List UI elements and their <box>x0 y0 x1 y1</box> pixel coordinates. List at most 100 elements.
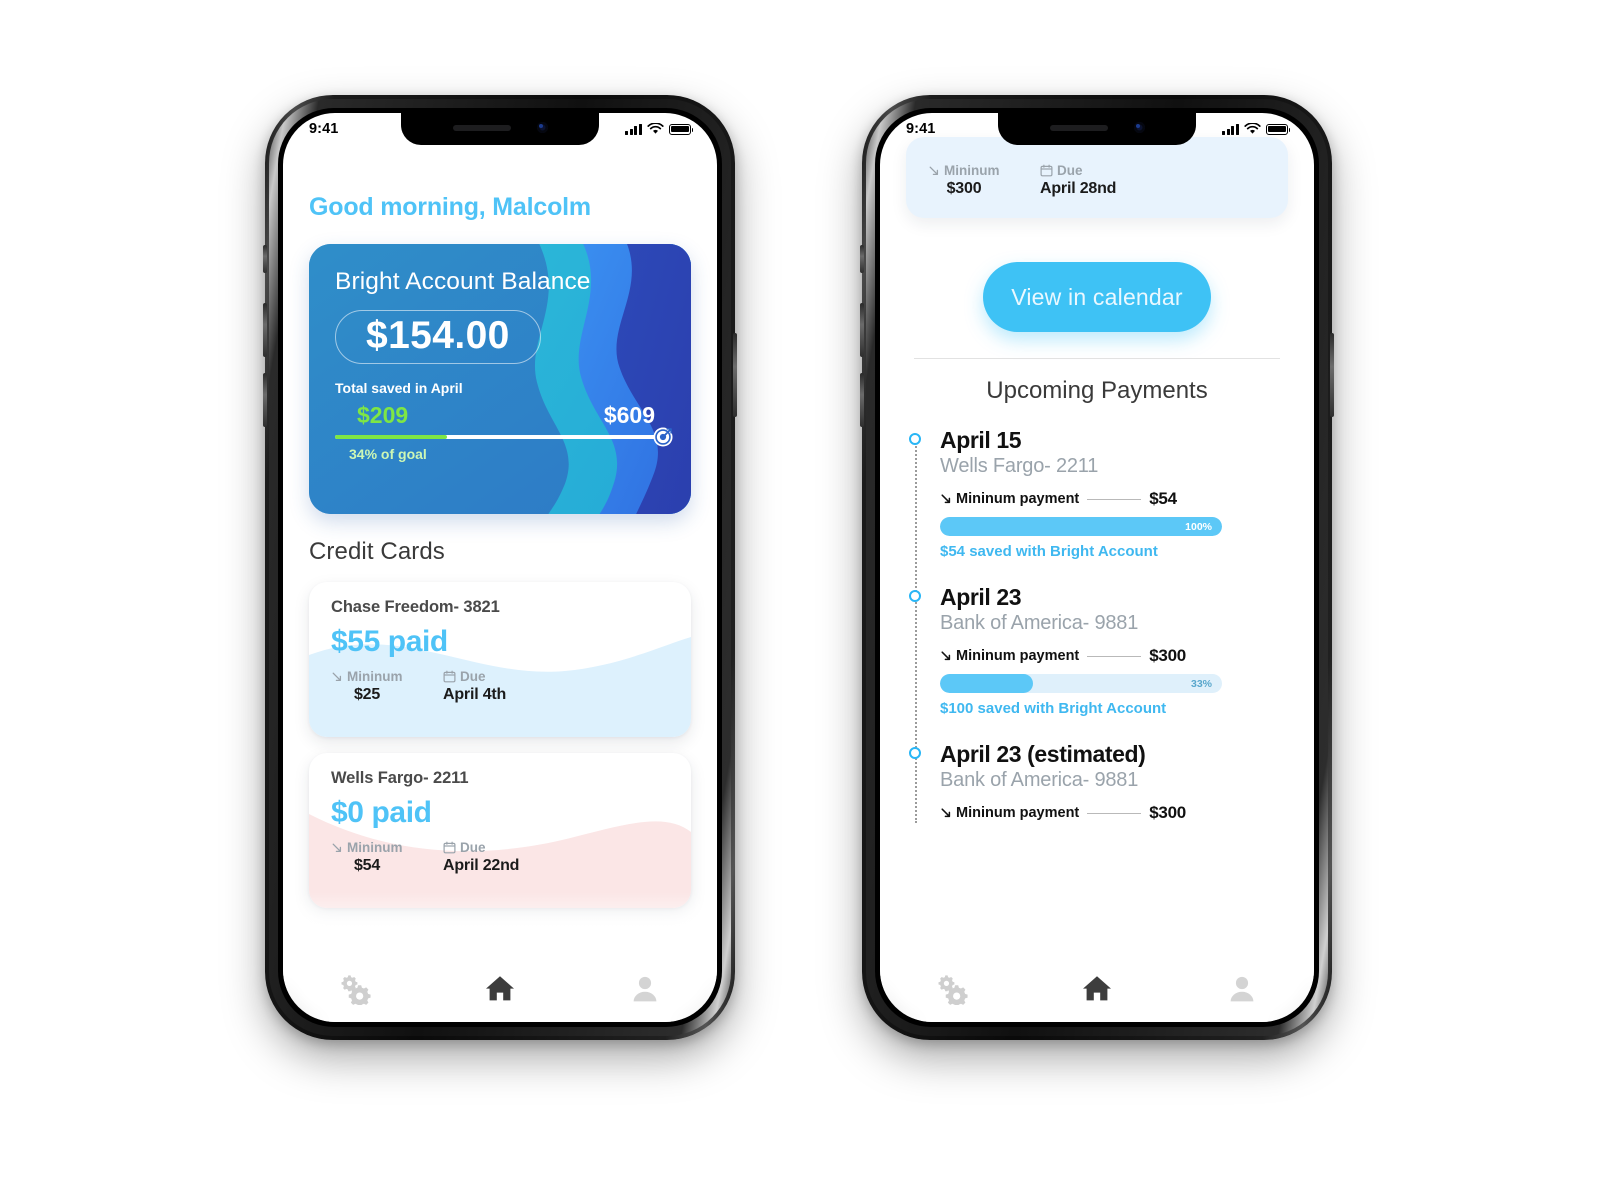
arrow-down-right-icon <box>332 843 342 852</box>
payment-minimum-row: Mininum payment $300 <box>940 803 1288 823</box>
minimum-value: $54 <box>353 857 381 874</box>
home-content: Good morning, Malcolm Bright Account Bal… <box>283 113 717 1022</box>
profile-icon[interactable] <box>628 971 662 1005</box>
home-icon[interactable] <box>1080 971 1114 1005</box>
earpiece-speaker <box>1049 124 1108 131</box>
due-value: April 4th <box>443 686 507 703</box>
timeline-item[interactable]: April 23 Bank of America- 9881 Mininum p… <box>909 584 1288 717</box>
earpiece-speaker <box>452 124 511 131</box>
payments-scroll-region[interactable]: Mininum $300 Due April 28nd View in cale… <box>880 113 1314 1022</box>
settings-gears-icon[interactable] <box>935 971 969 1005</box>
arrow-down-right-icon <box>941 651 951 661</box>
power-button[interactable] <box>733 333 737 417</box>
leader-line <box>1087 655 1142 657</box>
due-label: Due <box>1057 163 1083 178</box>
payment-progress-pct: 100% <box>1185 520 1212 533</box>
payment-date: April 23 <box>940 584 1022 610</box>
payment-progress-fill <box>940 674 1034 693</box>
volume-up-button[interactable] <box>860 303 864 357</box>
payment-amount: $54 <box>1149 489 1177 508</box>
section-divider <box>914 358 1280 359</box>
goal-amount: $609 <box>603 402 655 428</box>
arrow-down-right-icon <box>929 166 939 175</box>
minimum-payment-label-row: Mininum payment <box>940 805 1079 821</box>
view-in-calendar-button[interactable]: View in calendar <box>983 262 1211 332</box>
balance-card-body: Bright Account Balance $154.00 Total sav… <box>309 244 691 462</box>
wifi-icon <box>647 123 664 134</box>
phone-bezel: 9:41 Mininum $300 Due April 28nd View in… <box>875 108 1319 1027</box>
arrow-down-right-icon <box>941 808 951 818</box>
minimum-label: Mininum <box>944 163 1000 178</box>
due-column: Due April 28nd <box>1040 163 1116 198</box>
payment-bank: Wells Fargo- 2211 <box>940 455 1099 477</box>
arrow-down-right-icon <box>941 494 951 504</box>
payment-saved-note: $54 saved with Bright Account <box>940 543 1158 560</box>
minimum-label-row: Mininum <box>928 163 1000 178</box>
volume-down-button[interactable] <box>263 373 267 427</box>
goal-progress-text: 34% of goal <box>349 446 427 462</box>
phone-device-right: 9:41 Mininum $300 Due April 28nd View in… <box>860 95 1334 1040</box>
total-saved-label: Total saved in April <box>335 380 463 396</box>
settings-gears-icon[interactable] <box>338 971 372 1005</box>
minimum-column: Mininum $25 <box>331 669 403 704</box>
cellular-signal-icon <box>625 123 642 135</box>
payments-timeline: April 15 Wells Fargo- 2211 Mininum payme… <box>906 427 1288 823</box>
status-indicators <box>1222 123 1291 135</box>
leader-line <box>1087 498 1142 500</box>
payment-minimum-row: Mininum payment $300 <box>940 646 1288 666</box>
minimum-payment-label: Mininum payment <box>956 805 1080 821</box>
battery-icon <box>669 123 694 135</box>
status-time: 9:41 <box>309 121 339 137</box>
payment-bank: Bank of America- 9881 <box>940 769 1139 791</box>
partial-payment-card[interactable]: Mininum $300 Due April 28nd <box>906 137 1288 218</box>
bright-account-balance-card[interactable]: Bright Account Balance $154.00 Total sav… <box>309 244 691 514</box>
minimum-label-row: Mininum <box>331 669 403 684</box>
timeline-item[interactable]: April 23 (estimated) Bank of America- 98… <box>909 741 1288 823</box>
mockup-canvas: 9:41 Good morning, Malcolm Bright Accoun… <box>0 0 1600 1199</box>
credit-card-item[interactable]: Chase Freedom- 3821 $55 paid Mininum $25… <box>309 582 691 737</box>
minimum-payment-label-row: Mininum payment <box>940 491 1079 507</box>
goal-progress-fill <box>335 435 448 439</box>
credit-card-body: Chase Freedom- 3821 $55 paid Mininum $25… <box>309 582 691 704</box>
payment-amount: $300 <box>1149 646 1186 665</box>
home-icon[interactable] <box>483 971 517 1005</box>
due-value: April 22nd <box>443 857 520 874</box>
goal-progress-track <box>335 427 673 447</box>
minimum-value: $300 <box>946 180 982 197</box>
payment-progress-fill <box>940 517 1222 536</box>
timeline-dotted-line <box>915 439 917 823</box>
payment-saved-note: $100 saved with Bright Account <box>940 700 1167 717</box>
minimum-label-row: Mininum <box>331 840 403 855</box>
profile-icon[interactable] <box>1225 971 1259 1005</box>
target-goal-icon <box>653 427 673 447</box>
battery-icon <box>1266 123 1291 135</box>
payment-amount: $300 <box>1149 803 1186 822</box>
timeline-item[interactable]: April 15 Wells Fargo- 2211 Mininum payme… <box>909 427 1288 560</box>
front-camera-icon <box>1133 122 1145 133</box>
payment-date: April 15 <box>940 427 1022 453</box>
due-label: Due <box>460 669 486 684</box>
volume-up-button[interactable] <box>263 303 267 357</box>
credit-card-meta: Mininum $25 Due April 4th <box>331 669 669 704</box>
due-label-row: Due <box>1040 163 1116 178</box>
minimum-label: Mininum <box>347 840 403 855</box>
minimum-label: Mininum <box>347 669 403 684</box>
power-button[interactable] <box>1330 333 1334 417</box>
minimum-payment-label: Mininum payment <box>956 648 1080 664</box>
credit-card-paid: $0 paid <box>331 796 432 829</box>
credit-card-body: Wells Fargo- 2211 $0 paid Mininum $54 Du… <box>309 753 691 875</box>
mute-switch[interactable] <box>860 245 864 273</box>
timeline-dot-icon <box>909 433 921 445</box>
due-label: Due <box>460 840 486 855</box>
payment-minimum-row: Mininum payment $54 <box>940 489 1288 509</box>
mute-switch[interactable] <box>263 245 267 273</box>
volume-down-button[interactable] <box>860 373 864 427</box>
balance-card-title: Bright Account Balance <box>335 268 591 295</box>
upcoming-payments-heading: Upcoming Payments <box>986 377 1208 404</box>
notch <box>401 113 599 145</box>
phone-device-left: 9:41 Good morning, Malcolm Bright Accoun… <box>263 95 737 1040</box>
minimum-payment-label: Mininum payment <box>956 491 1080 507</box>
cellular-signal-icon <box>1222 123 1239 135</box>
due-column: Due April 22nd <box>443 840 519 875</box>
credit-card-item[interactable]: Wells Fargo- 2211 $0 paid Mininum $54 Du… <box>309 753 691 908</box>
